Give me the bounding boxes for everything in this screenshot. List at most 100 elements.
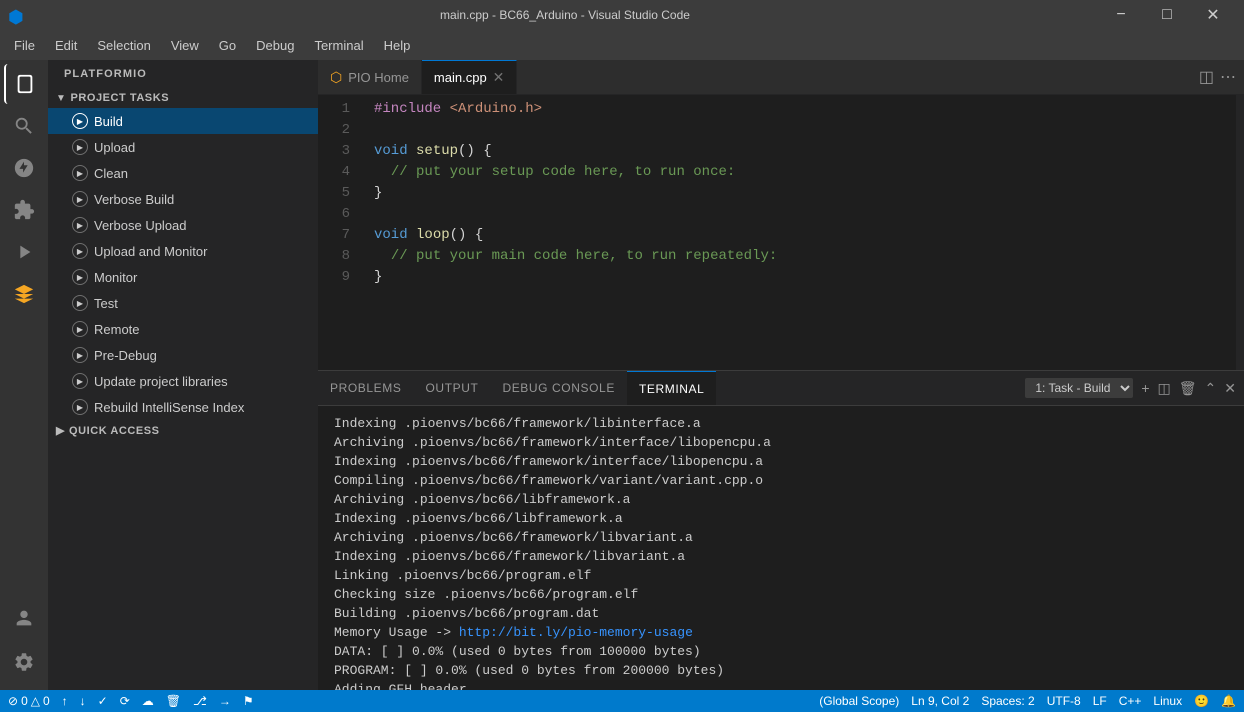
position-text: Ln 9, Col 2 [911,694,969,708]
editor-scrollbar[interactable] [1236,95,1244,370]
task-upload-monitor[interactable]: ▶ Upload and Monitor [48,238,318,264]
activity-settings[interactable] [4,642,44,682]
tab-pio-home[interactable]: ⬡ PIO Home [318,60,422,94]
close-button[interactable]: ✕ [1190,0,1236,30]
activity-pio[interactable] [4,274,44,314]
code-content[interactable]: #include <Arduino.h> void setup() { // p… [358,95,1236,370]
quick-access-header[interactable]: ▶ QUICK ACCESS [48,420,318,441]
status-errors[interactable]: ⊘ 0 △ 0 [8,694,50,708]
status-arrow[interactable]: → [219,694,231,708]
status-check[interactable]: ✓ [98,694,108,708]
task-label-verbose-build: Verbose Build [94,192,174,207]
new-terminal-button[interactable]: + [1141,380,1149,396]
task-icon-verbose-upload: ▶ [72,217,88,233]
terminal-line: PROGRAM: [ ] 0.0% (used 0 bytes from 200… [334,661,1228,680]
task-label-rebuild-index: Rebuild IntelliSense Index [94,400,244,415]
task-label-test: Test [94,296,118,311]
menu-file[interactable]: File [4,34,45,57]
menu-terminal[interactable]: Terminal [304,34,373,57]
activity-extensions[interactable] [4,190,44,230]
status-flag[interactable]: ⚑ [243,694,254,708]
maximize-panel-button[interactable]: ⌃ [1205,380,1217,397]
menu-view[interactable]: View [161,34,209,57]
terminal-line: Linking .pioenvs/bc66/program.elf [334,566,1228,585]
tab-bar: ⬡ PIO Home main.cpp ✕ ◫ ⋯ [318,60,1244,95]
status-spaces[interactable]: Spaces: 2 [981,694,1034,708]
tab-main-cpp[interactable]: main.cpp ✕ [422,60,517,94]
status-bell[interactable]: 🔔 [1221,694,1236,708]
activity-account[interactable] [4,598,44,638]
panel-tab-output[interactable]: OUTPUT [414,371,491,405]
status-position[interactable]: Ln 9, Col 2 [911,694,969,708]
status-scope[interactable]: (Global Scope) [819,694,899,708]
terminal-line: Building .pioenvs/bc66/program.dat [334,604,1228,623]
status-encoding[interactable]: UTF-8 [1047,694,1081,708]
code-editor: 1 2 3 4 5 6 7 8 9 #include <Arduino.h> v… [318,95,1236,370]
more-actions-button[interactable]: ⋯ [1220,67,1236,87]
sidebar-header: PLATFORMIO [48,60,318,88]
task-label-upload: Upload [94,140,135,155]
menu-go[interactable]: Go [209,34,246,57]
task-remote[interactable]: ▶ Remote [48,316,318,342]
language-text: C++ [1119,694,1142,708]
task-verbose-build[interactable]: ▶ Verbose Build [48,186,318,212]
terminal-line: DATA: [ ] 0.0% (used 0 bytes from 100000… [334,642,1228,661]
split-editor-button[interactable]: ◫ [1199,67,1214,87]
error-count: 0 [21,694,28,708]
panel-tab-problems[interactable]: PROBLEMS [318,371,414,405]
close-panel-button[interactable]: ✕ [1224,380,1236,397]
menu-selection[interactable]: Selection [87,34,160,57]
tab-close-button[interactable]: ✕ [493,69,505,86]
project-tasks-section: ▼ PROJECT TASKS ▶ Build ▶ Upload ▶ Clean… [48,88,318,690]
task-rebuild-index[interactable]: ▶ Rebuild IntelliSense Index [48,394,318,420]
menu-help[interactable]: Help [374,34,421,57]
task-build[interactable]: ▶ Build [48,108,318,134]
panel-tab-debug[interactable]: DEBUG CONSOLE [490,371,627,405]
status-sync[interactable]: ⟳ [120,694,130,708]
quick-access-label: QUICK ACCESS [69,425,160,437]
status-trash[interactable]: 🗑 [166,694,181,708]
minimize-button[interactable]: − [1098,0,1144,30]
editor-area: ⬡ PIO Home main.cpp ✕ ◫ ⋯ 1 2 3 4 5 [318,60,1244,690]
status-git-up[interactable]: ↑ [62,694,68,708]
menu-edit[interactable]: Edit [45,34,87,57]
encoding-text: UTF-8 [1047,694,1081,708]
menu-bar: File Edit Selection View Go Debug Termin… [0,30,1244,60]
activity-search[interactable] [4,106,44,146]
activity-bar [0,60,48,690]
terminal-task-selector[interactable]: 1: Task - Build [1025,378,1133,398]
task-update-libs[interactable]: ▶ Update project libraries [48,368,318,394]
terminal-line: Archiving .pioenvs/bc66/framework/libvar… [334,528,1228,547]
split-terminal-button[interactable]: ◫ [1158,380,1171,397]
status-os[interactable]: Linux [1153,694,1182,708]
activity-git[interactable] [4,148,44,188]
task-monitor[interactable]: ▶ Monitor [48,264,318,290]
status-bar: ⊘ 0 △ 0 ↑ ↓ ✓ ⟳ ☁ 🗑 ⎇ → ⚑ (Global Scope)… [0,690,1244,712]
task-test[interactable]: ▶ Test [48,290,318,316]
status-branch[interactable]: ⎇ [193,694,207,708]
task-verbose-upload[interactable]: ▶ Verbose Upload [48,212,318,238]
tab-actions: ◫ ⋯ [1191,60,1244,94]
kill-terminal-button[interactable]: 🗑 [1179,380,1197,397]
menu-debug[interactable]: Debug [246,34,304,57]
maximize-button[interactable]: □ [1144,0,1190,30]
status-language[interactable]: C++ [1119,694,1142,708]
quick-access-arrow: ▶ [56,424,65,437]
task-upload[interactable]: ▶ Upload [48,134,318,160]
status-cloud[interactable]: ☁ [142,694,154,708]
line-num-7: 7 [318,225,350,246]
panel-tabs: PROBLEMS OUTPUT DEBUG CONSOLE TERMINAL 1… [318,371,1244,406]
status-git-down[interactable]: ↓ [80,694,86,708]
task-icon-build: ▶ [72,113,88,129]
line-num-1: 1 [318,99,350,120]
task-clean[interactable]: ▶ Clean [48,160,318,186]
status-eol[interactable]: LF [1093,694,1107,708]
activity-run[interactable] [4,232,44,272]
section-arrow: ▼ [56,93,66,104]
task-pre-debug[interactable]: ▶ Pre-Debug [48,342,318,368]
status-face[interactable]: 🙂 [1194,694,1209,708]
project-tasks-header[interactable]: ▼ PROJECT TASKS [48,88,318,108]
activity-explorer[interactable] [4,64,44,104]
terminal-content[interactable]: Indexing .pioenvs/bc66/framework/libinte… [318,406,1244,690]
panel-tab-terminal[interactable]: TERMINAL [627,371,716,405]
